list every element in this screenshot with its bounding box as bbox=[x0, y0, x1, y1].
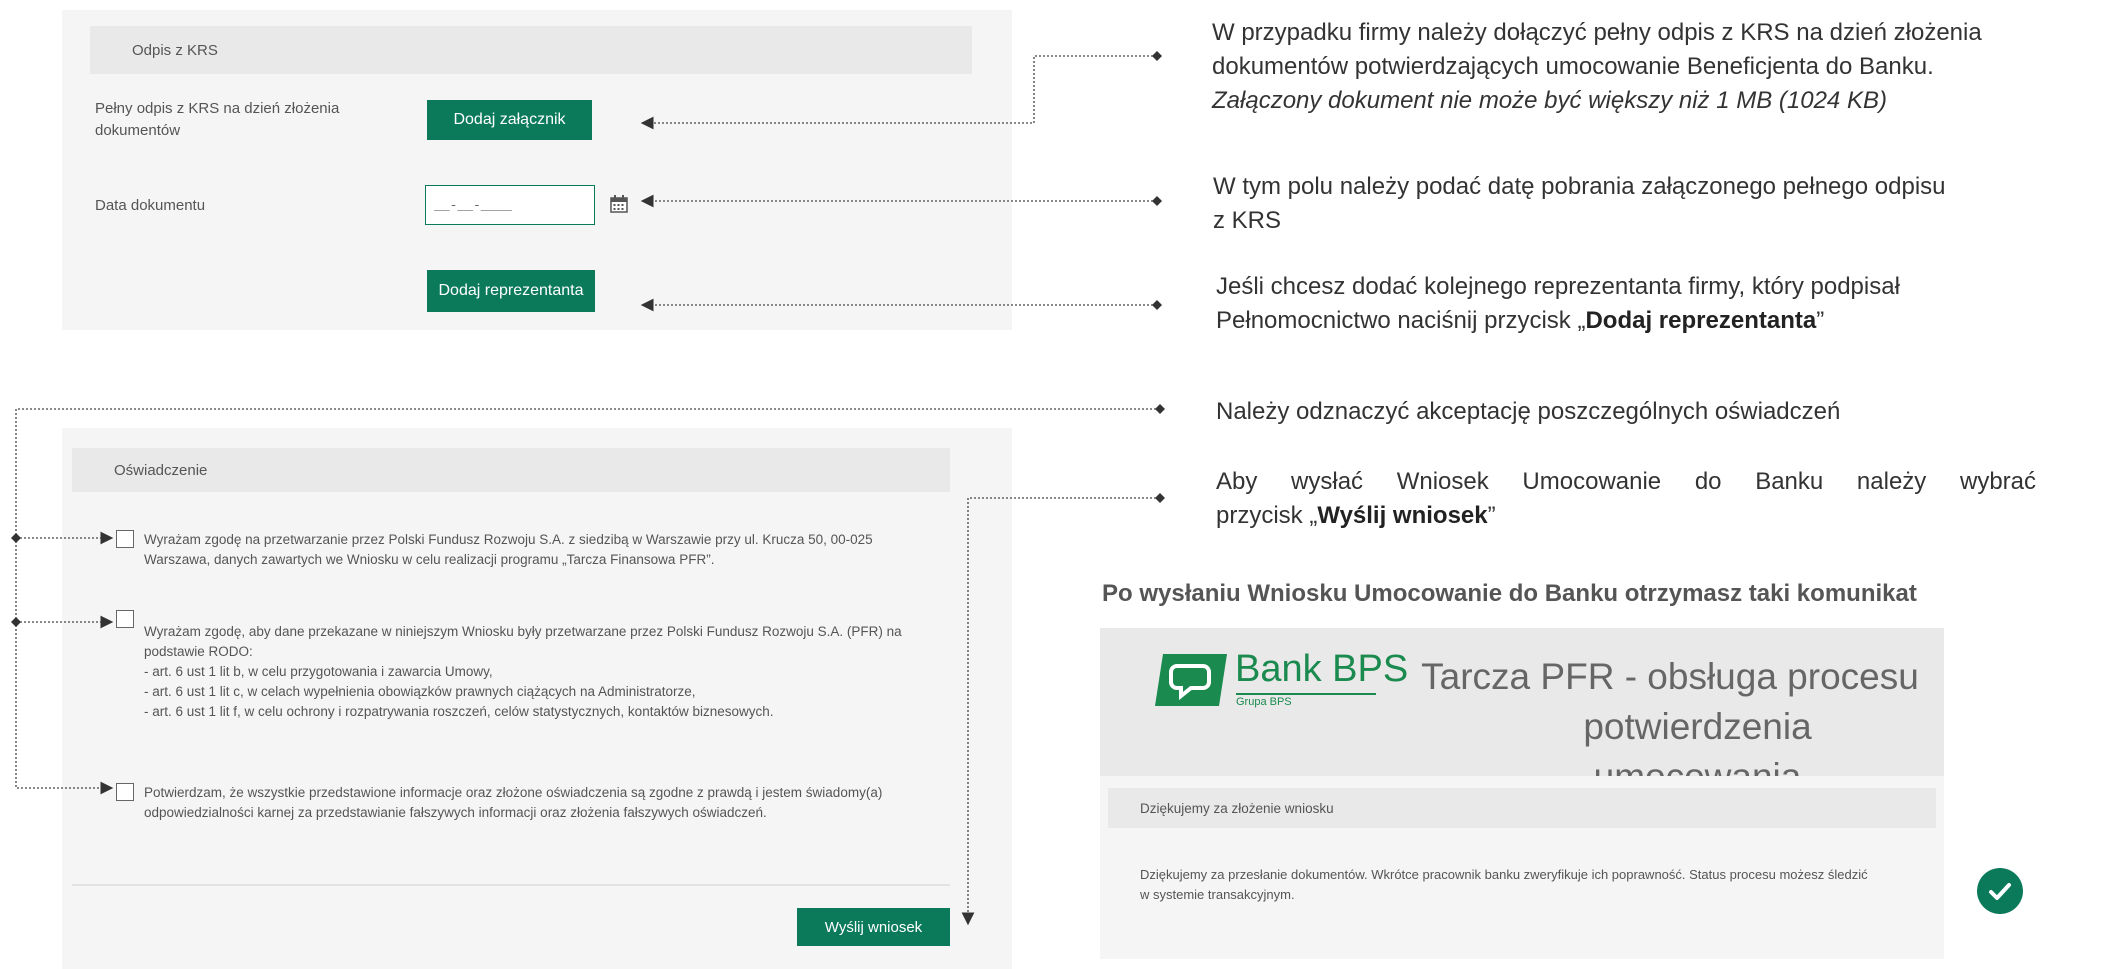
confirmation-message: Dziękujemy za przesłanie dokumentów. Wkr… bbox=[1140, 867, 1868, 902]
attach-button[interactable]: Dodaj załącznik bbox=[427, 100, 592, 140]
calendar-icon[interactable] bbox=[610, 195, 628, 213]
bank-bps-logo: Bank BPS Grupa BPS bbox=[1155, 648, 1415, 714]
annotation-krs-attachment: W przypadku firmy należy dołączyć pełny … bbox=[1212, 16, 2107, 118]
statement-checkbox-1[interactable] bbox=[116, 530, 134, 548]
brand-underline bbox=[1236, 693, 1376, 695]
statement-checkbox-3[interactable] bbox=[116, 783, 134, 801]
annotation-date-line-1: W tym polu należy podać datę pobrania za… bbox=[1213, 173, 1946, 200]
connector-dot-5 bbox=[1155, 493, 1165, 503]
annotation-representative: Jeśli chcesz dodać kolejnego reprezentan… bbox=[1216, 270, 2096, 338]
rodo-point-2: - art. 6 ust 1 lit c, w celach wypełnien… bbox=[144, 684, 696, 699]
connector-dot-4 bbox=[1155, 404, 1165, 414]
divider bbox=[72, 884, 950, 886]
full-copy-label: Pełny odpis z KRS na dzień złożenia doku… bbox=[95, 100, 340, 139]
confirmation-header-title: Dziękujemy za złożenie wniosku bbox=[1140, 800, 1334, 816]
connector-dot-3 bbox=[1152, 300, 1162, 310]
brand-subname: Grupa BPS bbox=[1236, 696, 1292, 708]
statement-checkbox-2[interactable] bbox=[116, 610, 134, 628]
connector-dot-1 bbox=[1152, 51, 1162, 61]
annotation-submit: Aby wysłać Wniosek Umocowanie do Banku n… bbox=[1216, 465, 2036, 533]
rodo-point-1: - art. 6 ust 1 lit b, w celu przygotowan… bbox=[144, 664, 493, 679]
date-label: Data dokumentu bbox=[95, 197, 206, 214]
rodo-list: - art. 6 ust 1 lit b, w celu przygotowan… bbox=[144, 662, 934, 722]
krs-header-title: Odpis z KRS bbox=[132, 41, 218, 59]
annotation-krs-line-2: dokumentów potwierdzających umocowanie B… bbox=[1212, 53, 1934, 80]
statement-text-1: Wyrażam zgodę na przetwarzanie przez Pol… bbox=[144, 532, 873, 567]
annotation-date-line-2: z KRS bbox=[1213, 207, 1282, 234]
annotation-krs-line-1: W przypadku firmy należy dołączyć pełny … bbox=[1212, 19, 1982, 46]
success-check-icon bbox=[1977, 868, 2023, 914]
statement-text-2: Wyrażam zgodę, aby dane przekazane w nin… bbox=[144, 624, 902, 659]
rodo-point-3: - art. 6 ust 1 lit f, w celu ochrony i r… bbox=[144, 704, 774, 719]
krs-panel-header: Odpis z KRS bbox=[90, 26, 972, 74]
statement-header-title: Oświadczenie bbox=[114, 461, 208, 479]
annotation-krs-line-3: Załączony dokument nie może być większy … bbox=[1212, 87, 1887, 114]
connector-dot-6 bbox=[11, 533, 21, 543]
statement-text-3: Potwierdzam, że wszystkie przedstawione … bbox=[144, 785, 883, 820]
confirmation-header: Dziękujemy za złożenie wniosku bbox=[1108, 788, 1936, 828]
confirmation-heading: Po wysłaniu Wniosku Umocowanie do Banku … bbox=[1102, 580, 1917, 607]
confirmation-title-line-1: Tarcza PFR - obsługa procesu bbox=[1421, 656, 1919, 697]
annotation-submit-line-2: przycisk „Wyślij wniosek” bbox=[1216, 502, 1496, 529]
annotation-rep-line-1: Jeśli chcesz dodać kolejnego reprezentan… bbox=[1216, 273, 1900, 300]
brand-name: Bank BPS bbox=[1235, 648, 1409, 690]
bps-logo-icon-icon bbox=[1155, 654, 1227, 706]
annotation-rep-line-2: Pełnomocnictwo naciśnij przycisk „Dodaj … bbox=[1216, 307, 1825, 334]
statement-panel-header: Oświadczenie bbox=[72, 448, 950, 492]
add-representative-button[interactable]: Dodaj reprezentanta bbox=[427, 270, 595, 312]
date-input[interactable]: __-__-____ bbox=[425, 185, 595, 225]
annotation-submit-line-1: Aby wysłać Wniosek Umocowanie do Banku n… bbox=[1216, 468, 2036, 495]
connector-dot-2 bbox=[1152, 196, 1162, 206]
connector-dot-7 bbox=[11, 617, 21, 627]
annotation-statements: Należy odznaczyć akceptację poszczególny… bbox=[1216, 398, 1841, 425]
submit-button[interactable]: Wyślij wniosek bbox=[797, 908, 950, 946]
annotation-date: W tym polu należy podać datę pobrania za… bbox=[1213, 170, 2093, 238]
